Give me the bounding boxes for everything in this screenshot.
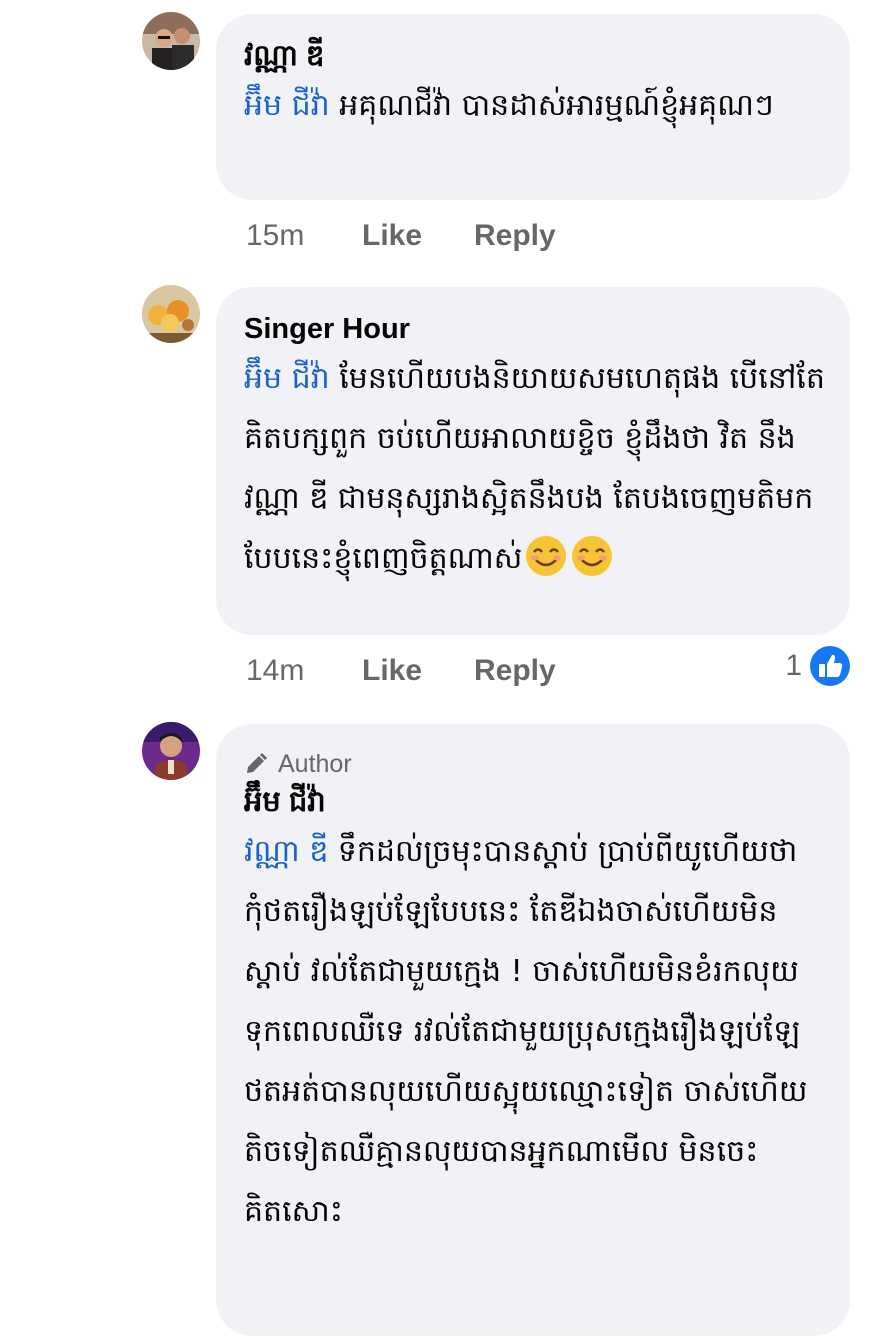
avatar[interactable]	[142, 722, 200, 780]
reaction-count: 1	[785, 649, 802, 682]
author-badge-label: Author	[278, 750, 352, 778]
comment-text: អ៊ឹម ជីវ៉ា មែនហើយបងនិយាយសមហេតុផង បើនៅតែគ…	[244, 349, 826, 589]
comment-bubble: វណ្ណា ឌី អ៊ឹម ជីវ៉ា អគុណជីវ៉ា បានដាស់អារ…	[216, 14, 850, 200]
like-button[interactable]: Like	[362, 219, 474, 253]
comment-actions: 14m Like Reply	[246, 651, 556, 691]
comment-text: វណ្ណា ឌី ទឹកដល់ច្រមុះបានស្តាប់ ប្រាប់ពីយ…	[244, 822, 826, 1242]
comment-author[interactable]: Singer Hour	[244, 309, 826, 349]
smiling-face-emoji	[572, 536, 613, 576]
avatar[interactable]	[142, 12, 200, 70]
reaction-summary[interactable]: 1	[785, 646, 852, 686]
pencil-icon	[247, 753, 267, 773]
comment-time[interactable]: 14m	[246, 654, 362, 688]
comment-body: អគុណជីវ៉ា បានដាស់អារម្មណ៍ខ្ញុំអគុណៗ	[329, 88, 774, 123]
author-badge: Author	[244, 746, 826, 782]
comment-bubble: Author អ៊ឹម ជីវ៉ា វណ្ណា ឌី ទឹកដល់ច្រមុះប…	[216, 724, 850, 1336]
like-button[interactable]: Like	[362, 654, 474, 688]
like-thumb-icon	[810, 646, 850, 686]
mention-link[interactable]: អ៊ឹម ជីវ៉ា	[244, 88, 330, 123]
comment-author[interactable]: អ៊ឹម ជីវ៉ា	[244, 782, 826, 822]
avatar[interactable]	[142, 285, 200, 343]
comment-time[interactable]: 15m	[246, 219, 362, 253]
comment-body: ទឹកដល់ច្រមុះបានស្តាប់ ប្រាប់ពីយូហើយថាកុំ…	[244, 834, 808, 1229]
comment-actions: 15m Like Reply	[246, 216, 556, 256]
reply-button[interactable]: Reply	[474, 219, 556, 253]
comment-bubble: Singer Hour អ៊ឹម ជីវ៉ា មែនហើយបងនិយាយសមហេ…	[216, 287, 850, 635]
mention-link[interactable]: វណ្ណា ឌី	[244, 834, 328, 869]
smiling-face-emoji	[526, 536, 567, 576]
comment-author[interactable]: វណ្ណា ឌី	[244, 36, 826, 76]
reply-button[interactable]: Reply	[474, 654, 556, 688]
mention-link[interactable]: អ៊ឹម ជីវ៉ា	[244, 361, 330, 396]
comment-text: អ៊ឹម ជីវ៉ា អគុណជីវ៉ា បានដាស់អារម្មណ៍ខ្ញុ…	[244, 76, 826, 136]
